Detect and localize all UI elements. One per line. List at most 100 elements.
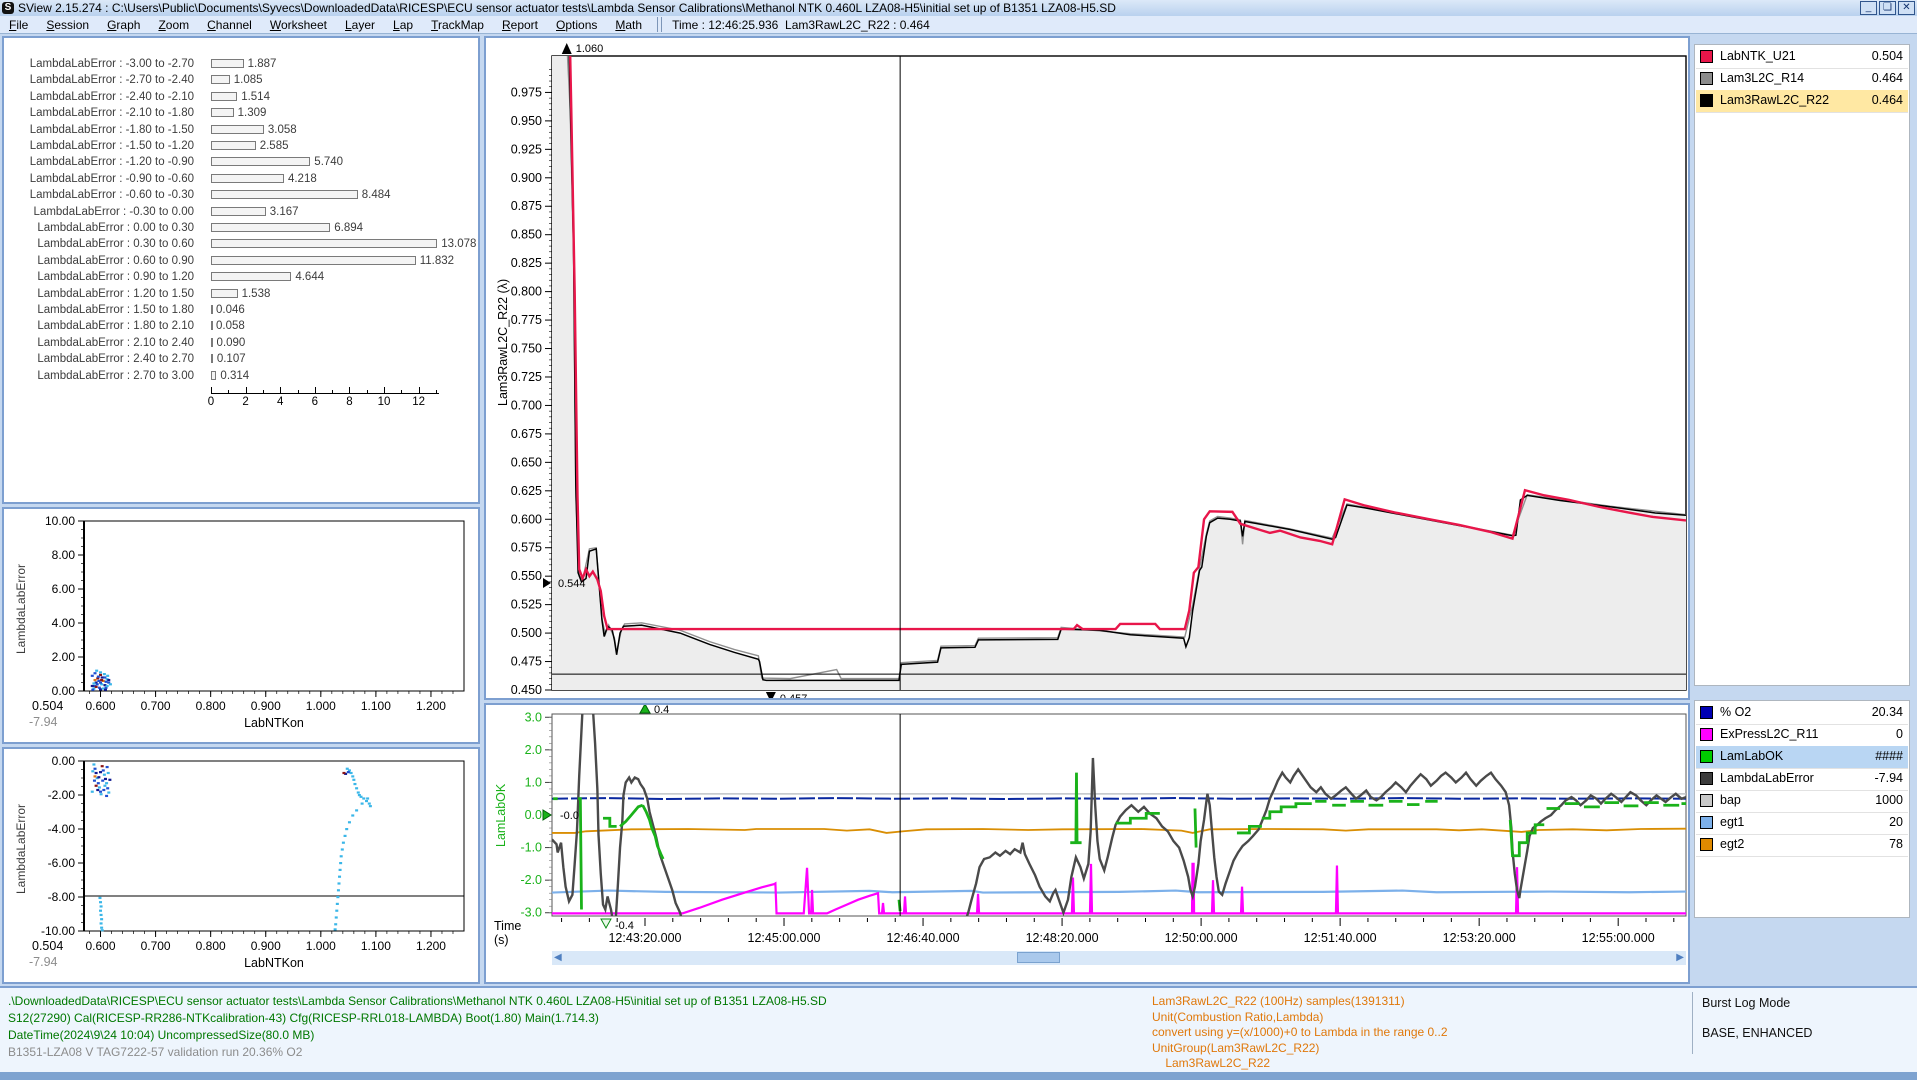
svg-text:0.900: 0.900 (511, 171, 542, 185)
menu-item-session[interactable]: Session (37, 18, 98, 32)
menu-item-options[interactable]: Options (547, 18, 606, 32)
axis-tick-label: 10 (378, 396, 391, 408)
histogram-row: LambdaLabError : -2.10 to -1.801.309 (4, 106, 474, 122)
menu-item-trackmap[interactable]: TrackMap (422, 18, 493, 32)
histogram-row: LambdaLabError : 0.60 to 0.9011.832 (4, 254, 474, 270)
channel-value: 0.504 (1872, 49, 1903, 63)
histogram-value: 4.218 (288, 173, 317, 185)
legend-row-expressl2c-r11[interactable]: ExPressL2C_R110 (1696, 724, 1908, 747)
menu-item-file[interactable]: File (0, 18, 37, 32)
scatter1-plot[interactable]: 10.008.006.004.002.000.000.6000.7000.800… (4, 509, 478, 742)
restore-button[interactable]: ❏ (1879, 1, 1896, 15)
svg-text:LabNTKon: LabNTKon (244, 956, 304, 970)
histogram-bin-label: LambdaLabError : -2.70 to -2.40 (4, 74, 194, 86)
svg-text:0.900: 0.900 (251, 939, 281, 953)
axis-tick (419, 387, 420, 393)
scrollbar-thumb[interactable] (1017, 952, 1060, 963)
legend-row-lamlabok[interactable]: LamLabOK#### (1696, 746, 1908, 769)
menu-item-math[interactable]: Math (606, 18, 651, 32)
histogram-value: 1.309 (238, 107, 267, 119)
menu-item-worksheet[interactable]: Worksheet (261, 18, 336, 32)
channel-name: Lam3RawL2C_R22 (1720, 93, 1829, 107)
minimize-button[interactable]: _ (1860, 1, 1877, 15)
histogram-bar (211, 125, 264, 134)
svg-text:0.750: 0.750 (511, 342, 542, 356)
svg-text:0.00: 0.00 (52, 754, 76, 768)
legend-row-egt2[interactable]: egt278 (1696, 834, 1908, 857)
histogram-row: LambdaLabError : 1.20 to 1.501.538 (4, 287, 474, 303)
channel-color-swatch (1700, 728, 1713, 741)
legend-row-lambdalaberror[interactable]: LambdaLabError-7.94 (1696, 768, 1908, 791)
histogram-bar (211, 207, 266, 216)
histogram-bin-label: LambdaLabError : 0.60 to 0.90 (4, 255, 194, 267)
histogram-bar (211, 157, 310, 166)
title-bar[interactable]: S SView 2.15.274 : C:\Users\Public\Docum… (0, 0, 1917, 17)
legend-row-lam3rawl2c-r22[interactable]: Lam3RawL2C_R220.464 (1696, 90, 1908, 113)
axis-tick (332, 390, 333, 393)
svg-text:12:48:20.000: 12:48:20.000 (1026, 931, 1099, 945)
legend-row-lam3l2c-r14[interactable]: Lam3L2C_R140.464 (1696, 68, 1908, 91)
time-scrollbar[interactable]: ◀▶ (552, 951, 1686, 965)
legend-row-bap[interactable]: bap 1000 (1696, 790, 1908, 813)
channel-info-line: convert using y=(x/1000)+0 to Lambda in … (1152, 1025, 1448, 1039)
histogram-value: 3.167 (270, 206, 299, 218)
histogram-bar (211, 338, 213, 347)
histogram-panel[interactable]: LambdaLabError : -3.00 to -2.701.887Lamb… (2, 36, 480, 504)
histogram-row: LambdaLabError : 0.00 to 0.306.894 (4, 221, 474, 237)
svg-text:0.700: 0.700 (141, 939, 171, 953)
lower-marker-icon (601, 919, 611, 928)
menu-item-report[interactable]: Report (493, 18, 547, 32)
main-chart-plot[interactable]: 0.9750.9500.9250.9000.8750.8500.8250.800… (486, 38, 1688, 698)
histogram-bar (211, 108, 234, 117)
menu-item-layer[interactable]: Layer (336, 18, 384, 32)
svg-text:-2.0: -2.0 (520, 873, 542, 887)
channel-value: 20 (1889, 815, 1903, 829)
histogram-bin-label: LambdaLabError : 2.40 to 2.70 (4, 353, 194, 365)
scatter-panel-bottom[interactable]: 0.00-2.00-4.00-6.00-8.00-10.000.6000.700… (2, 747, 480, 984)
scatter-panel-top[interactable]: 10.008.006.004.002.000.000.6000.7000.800… (2, 507, 480, 744)
histogram-bar (211, 321, 213, 330)
svg-text:1.060: 1.060 (576, 43, 604, 55)
lower-chart-panel[interactable]: 3.02.01.00.0-1.0-2.0-3.00.4-0.0-0.412:43… (484, 703, 1690, 984)
histogram-value: 1.085 (234, 74, 263, 86)
channel-name: % O2 (1720, 705, 1751, 719)
max-marker-icon (562, 43, 572, 54)
histogram-value: 0.058 (216, 320, 245, 332)
burst-log-line: Burst Log Mode (1702, 996, 1790, 1010)
svg-text:0.800: 0.800 (511, 285, 542, 299)
min-marker-icon (766, 692, 776, 698)
histogram-axis (211, 393, 439, 394)
channel-color-swatch (1700, 816, 1713, 829)
histogram-row: LambdaLabError : 1.80 to 2.100.058 (4, 319, 474, 335)
svg-text:0.775: 0.775 (511, 313, 542, 327)
scroll-left-icon[interactable]: ◀ (554, 951, 562, 965)
svg-text:0.900: 0.900 (251, 699, 281, 713)
histogram-bin-label: LambdaLabError : -1.20 to -0.90 (4, 156, 194, 168)
channel-value: 1000 (1875, 793, 1903, 807)
scatter2-plot[interactable]: 0.00-2.00-4.00-6.00-8.00-10.000.6000.700… (4, 749, 478, 982)
svg-text:-8.00: -8.00 (48, 890, 76, 904)
menu-item-graph[interactable]: Graph (98, 18, 149, 32)
svg-text:0.600: 0.600 (86, 699, 116, 713)
axis-tick (246, 387, 247, 393)
legend-row-egt1[interactable]: egt120 (1696, 812, 1908, 835)
main-chart-panel[interactable]: 0.9750.9500.9250.9000.8750.8500.8250.800… (484, 36, 1690, 700)
scatter2-cursor-y: -7.94 (29, 955, 58, 969)
channel-name: bap (1720, 793, 1741, 807)
scatter2-cursor-x: 0.504 (32, 939, 63, 953)
lower-chart-plot[interactable]: 3.02.01.00.0-1.0-2.0-3.00.4-0.0-0.412:43… (486, 705, 1688, 982)
legend-row-labntk-u21[interactable]: LabNTK_U210.504 (1696, 46, 1908, 69)
close-button[interactable]: ✕ (1898, 1, 1915, 15)
svg-text:0.725: 0.725 (511, 370, 542, 384)
menu-item-channel[interactable]: Channel (198, 18, 261, 32)
menu-item-lap[interactable]: Lap (384, 18, 422, 32)
histogram-bin-label: LambdaLabError : -0.90 to -0.60 (4, 173, 194, 185)
svg-text:3.0: 3.0 (525, 710, 542, 724)
scroll-right-icon[interactable]: ▶ (1676, 951, 1684, 965)
menu-item-zoom[interactable]: Zoom (149, 18, 198, 32)
histogram-bar (211, 371, 216, 380)
histogram-bar (211, 239, 437, 248)
histogram-row: LambdaLabError : 0.30 to 0.6013.078 (4, 237, 474, 253)
legend-row--o2[interactable]: % O220.34 (1696, 702, 1908, 725)
svg-text:0.575: 0.575 (511, 541, 542, 555)
